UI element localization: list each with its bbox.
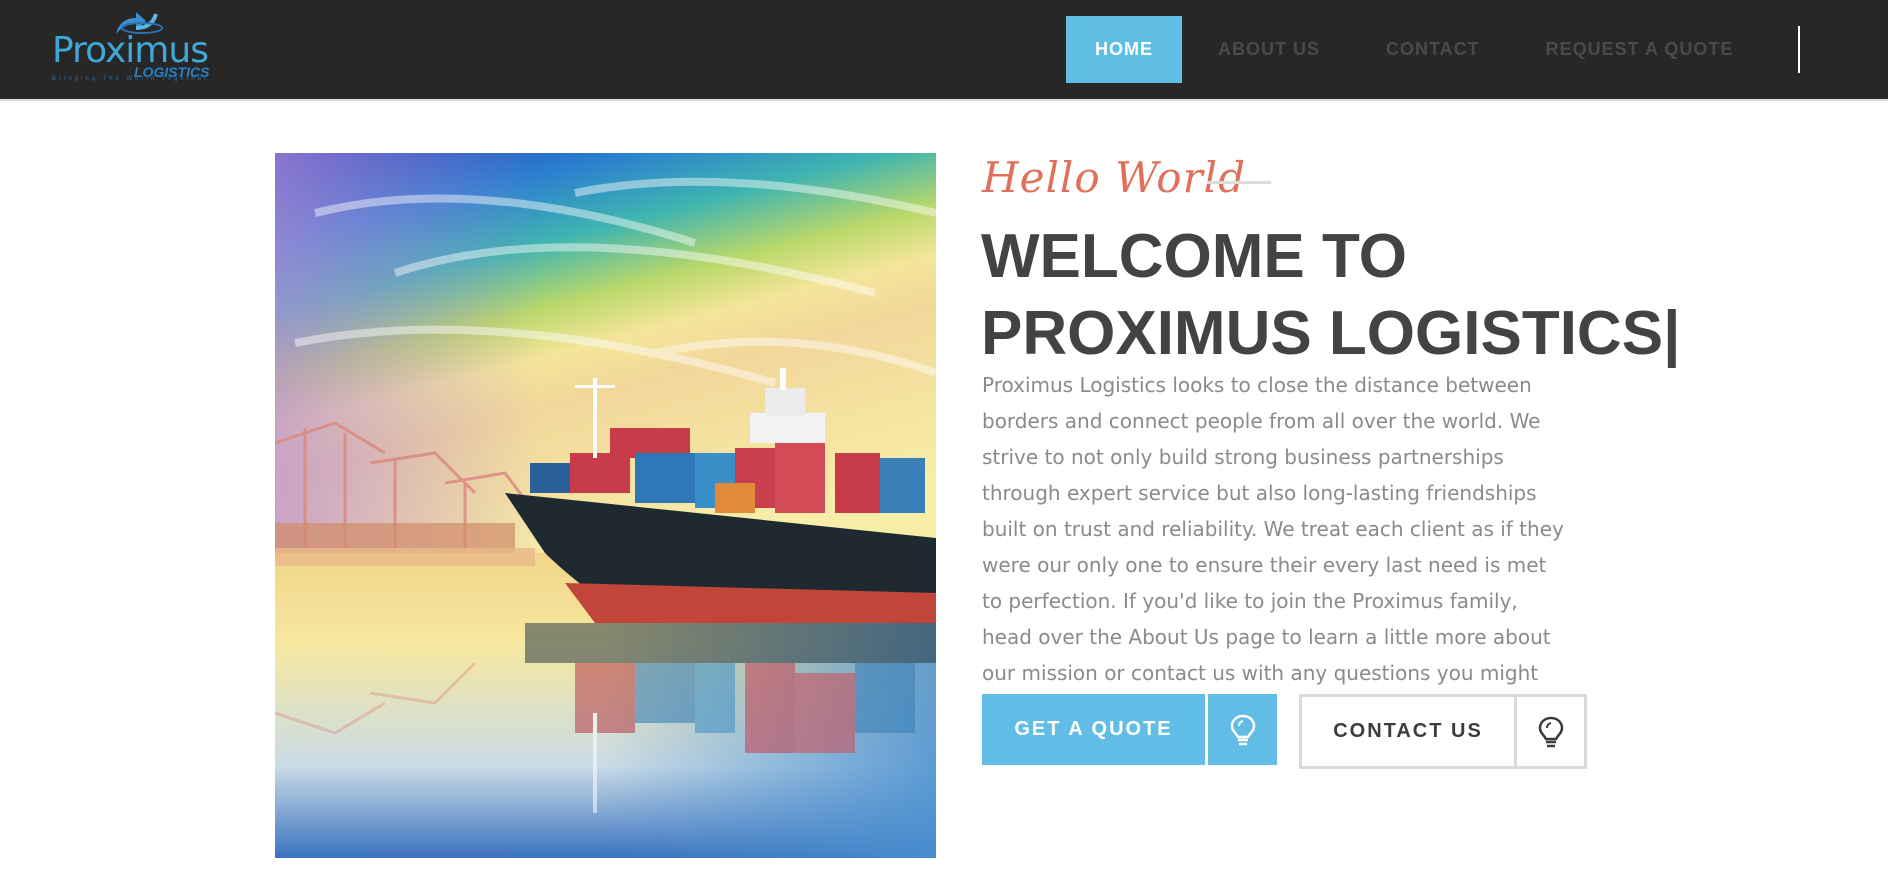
cargo-ship-image [275,153,936,858]
lightbulb-icon[interactable] [1208,694,1277,765]
intro-paragraph: Proximus Logistics looks to close the di… [982,373,1564,721]
proximus-logo[interactable]: Proximus LOGISTICS Bringing The World To… [50,8,220,84]
get-a-quote-label[interactable]: GET A QUOTE [982,694,1205,765]
site-header: Proximus LOGISTICS Bringing The World To… [0,0,1888,101]
logo-tagline: Bringing The World Together [52,76,210,82]
contact-us-label[interactable]: CONTACT US [1302,697,1517,766]
nav-contact[interactable]: CONTACT [1348,16,1513,83]
headline-line-1: WELCOME TO [981,222,1407,291]
title-divider [1207,181,1271,184]
typing-cursor: | [1663,299,1681,368]
nav-home[interactable]: HOME [1066,16,1182,83]
lightbulb-icon[interactable] [1517,697,1584,766]
nav-about-us[interactable]: ABOUT US [1182,16,1348,83]
nav-divider [1798,26,1800,73]
main-nav: HOME ABOUT US CONTACT REQUEST A QUOTE [1066,16,1761,83]
nav-request-a-quote[interactable]: REQUEST A QUOTE [1513,16,1762,83]
headline-line-2: PROXIMUS LOGISTICS [981,299,1664,368]
contact-us-button[interactable]: CONTACT US [1299,694,1587,769]
script-title: Hello World [982,153,1246,202]
page-headline: WELCOME TO PROXIMUS LOGISTICS| [981,218,1681,372]
get-a-quote-button[interactable]: GET A QUOTE [982,694,1277,768]
